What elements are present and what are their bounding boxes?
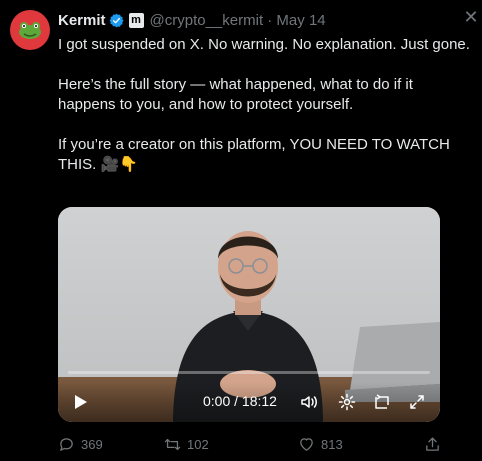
reply-button[interactable]: 369 bbox=[58, 436, 103, 453]
volume-icon[interactable] bbox=[300, 393, 318, 411]
like-count: 813 bbox=[321, 437, 343, 452]
reply-count: 369 bbox=[81, 437, 103, 452]
tweet-text: I got suspended on X. No warning. No exp… bbox=[58, 35, 470, 175]
tweet-actions: 369 102 813 bbox=[58, 436, 444, 454]
affiliate-icon[interactable]: m bbox=[128, 12, 144, 28]
avatar[interactable] bbox=[10, 10, 50, 50]
tweet-paragraph: I got suspended on X. No warning. No exp… bbox=[58, 36, 470, 53]
share-icon bbox=[426, 437, 439, 451]
tweet-paragraph: Here’s the full story — what happened, w… bbox=[58, 76, 413, 113]
like-button[interactable]: 813 bbox=[298, 436, 343, 453]
video-time: 0:00 / 18:12 bbox=[203, 393, 277, 409]
reply-icon bbox=[60, 438, 73, 451]
repost-count: 102 bbox=[187, 437, 209, 452]
video-progress-bar[interactable] bbox=[68, 371, 430, 374]
video-controls: 0:00 / 18:12 bbox=[58, 382, 440, 422]
play-icon[interactable] bbox=[72, 394, 88, 410]
verified-icon bbox=[109, 13, 124, 27]
repost-icon bbox=[164, 438, 181, 451]
video-player[interactable]: 0:00 / 18:12 bbox=[58, 207, 440, 422]
author-name[interactable]: Kermit bbox=[58, 12, 106, 29]
handle-and-date[interactable]: @crypto__kermit · May 14 bbox=[150, 12, 326, 29]
settings-icon[interactable] bbox=[338, 393, 356, 411]
repost-button[interactable]: 102 bbox=[164, 436, 209, 453]
close-icon[interactable]: ✕ bbox=[460, 6, 482, 28]
fullscreen-icon[interactable] bbox=[408, 393, 426, 411]
like-icon bbox=[300, 438, 313, 451]
affiliate-badge-label: m bbox=[131, 13, 141, 26]
tweet-header: Kermit m @crypto__kermit · May 14 bbox=[58, 10, 326, 30]
pip-icon[interactable] bbox=[373, 393, 391, 411]
share-button[interactable] bbox=[424, 436, 447, 453]
frog-avatar-icon bbox=[19, 22, 41, 39]
tweet-paragraph: If you’re a creator on this platform, YO… bbox=[58, 136, 450, 173]
